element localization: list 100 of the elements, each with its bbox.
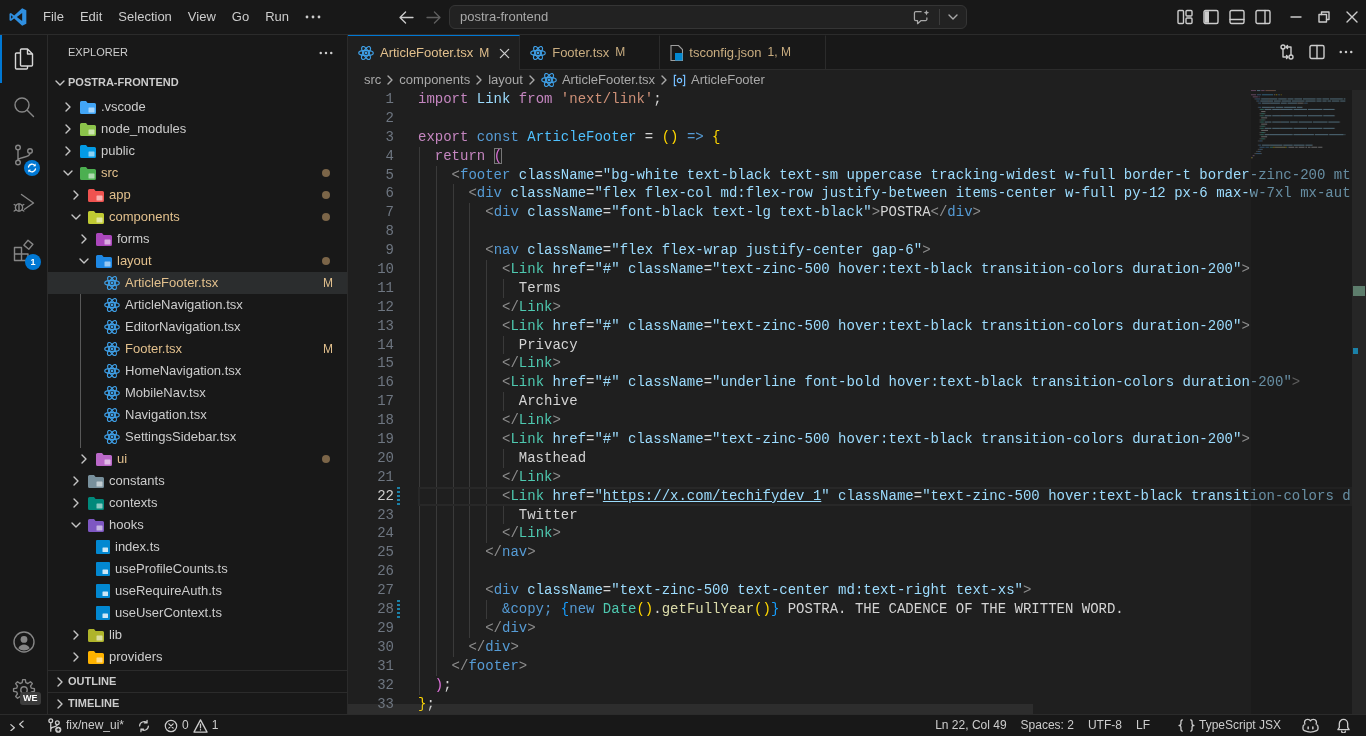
chevron-right-icon — [528, 75, 535, 85]
line-number: 12 — [376, 297, 394, 317]
folder-item[interactable]: contexts — [48, 492, 347, 514]
branch-button[interactable]: fix/new_ui* — [42, 715, 130, 736]
menu-item[interactable]: Selection — [110, 5, 180, 29]
search-icon[interactable] — [11, 95, 36, 119]
breadcrumb-item[interactable]: ArticleFooter — [673, 72, 765, 88]
warning-count: 1 — [211, 718, 219, 733]
secondary-sidebar-icon[interactable] — [1255, 9, 1271, 25]
menu-item[interactable]: Run — [257, 5, 297, 29]
tree-item[interactable]: MobileNav.tsx — [48, 382, 347, 404]
close-icon[interactable] — [499, 47, 511, 59]
status-item[interactable]: UTF-8 — [1082, 715, 1127, 736]
close-icon[interactable] — [1346, 11, 1358, 23]
line-number: 27 — [376, 581, 394, 601]
copilot-icon[interactable] — [1302, 718, 1319, 733]
customize-layout-icon[interactable] — [1177, 9, 1193, 25]
code-line: <Link href="#" className="underline font-bold hover:text-black transition-colors duration-200"> — [501, 373, 1301, 393]
line-number: 4 — [384, 146, 394, 166]
split-editor-icon[interactable] — [1309, 44, 1325, 60]
react-file-icon — [104, 320, 120, 334]
tree-item[interactable]: Navigation.tsx — [48, 404, 347, 426]
git-status: M — [323, 341, 333, 357]
git-status: M — [323, 275, 333, 291]
breadcrumb-item[interactable]: layout — [488, 72, 523, 88]
extensions-icon[interactable] — [11, 239, 36, 263]
folder-item[interactable]: providers — [48, 646, 347, 668]
sidebar-title: EXPLORER — [68, 45, 129, 60]
compare-changes-icon[interactable] — [1279, 44, 1295, 60]
more-icon[interactable] — [1339, 50, 1353, 54]
settings-icon[interactable] — [11, 678, 36, 702]
code-line: </Link> — [501, 411, 561, 431]
remote-icon[interactable] — [10, 720, 24, 731]
code-line: </Link> — [501, 524, 561, 544]
chat-sparkle-icon[interactable] — [913, 9, 931, 25]
menu-item[interactable]: File — [35, 5, 72, 29]
minimize-icon[interactable] — [1290, 16, 1302, 18]
breadcrumb-item[interactable]: components — [399, 72, 471, 88]
menu-item[interactable]: Go — [223, 5, 258, 29]
problems-button[interactable]: 0 1 — [159, 715, 224, 736]
folder-item[interactable]: ui — [48, 448, 347, 470]
code-line: <div className="text-zinc-500 text-center md:text-right text-xs"> — [484, 581, 1032, 601]
menu-item[interactable]: View — [179, 5, 224, 29]
more-icon[interactable] — [319, 50, 333, 55]
line-number: 19 — [376, 430, 394, 449]
folder-item[interactable]: .vscode — [48, 96, 347, 118]
panel-icon[interactable] — [1229, 9, 1245, 25]
folder-item[interactable]: app — [48, 184, 347, 206]
code-line: <footer className="bg-white text-black text-sm uppercase tracking-widest w-full border-t border-zinc-200 mt — [450, 165, 1351, 185]
minimap[interactable] — [1251, 90, 1346, 160]
tree-item[interactable]: useRequireAuth.ts — [48, 580, 347, 602]
run-debug-icon[interactable] — [11, 191, 36, 215]
restore-icon[interactable] — [1318, 11, 1330, 23]
more-icon[interactable] — [305, 15, 321, 19]
tree-item[interactable]: HomeNavigation.tsx — [48, 360, 347, 382]
chevron-down-icon[interactable] — [948, 14, 958, 20]
folder-item[interactable]: components — [48, 206, 347, 228]
tree-item[interactable]: EditorNavigation.tsx — [48, 316, 347, 338]
tree-item[interactable]: ArticleFooter.tsx M — [48, 272, 347, 294]
bell-icon[interactable] — [1337, 718, 1350, 733]
tree-item[interactable]: index.ts — [48, 536, 347, 558]
tree-item[interactable]: ArticleNavigation.tsx — [48, 294, 347, 316]
folder-item[interactable]: src — [48, 162, 347, 184]
folder-item[interactable]: layout — [48, 250, 347, 272]
status-item[interactable]: LF — [1130, 715, 1155, 736]
line-number: 20 — [376, 448, 394, 468]
line-number: 13 — [376, 316, 394, 336]
folder-item[interactable]: lib — [48, 624, 347, 646]
tree-item[interactable]: Footer.tsx M — [48, 338, 347, 360]
code-line: <Link href="#" className="text-zinc-500 hover:text-black transition-colors duration-200"> — [501, 430, 1250, 449]
folder-item[interactable]: constants — [48, 470, 347, 492]
error-count: 0 — [182, 718, 189, 733]
folder-item[interactable]: hooks — [48, 514, 347, 536]
status-item[interactable]: Ln 22, Col 49 — [930, 715, 1012, 736]
react-file-icon — [358, 46, 374, 60]
project-header[interactable]: POSTRA-FRONTEND — [48, 70, 347, 96]
back-arrow-icon[interactable] — [399, 10, 414, 24]
tree-item[interactable]: SettingsSidebar.tsx — [48, 426, 347, 448]
section-header[interactable]: OUTLINE — [48, 670, 347, 692]
language-button[interactable]: TypeScript JSX — [1172, 715, 1286, 736]
line-number: 11 — [376, 278, 394, 298]
primary-sidebar-icon[interactable] — [1203, 9, 1219, 25]
status-item[interactable]: Spaces: 2 — [1015, 715, 1079, 736]
account-icon[interactable] — [11, 630, 36, 654]
command-center-field[interactable]: postra-frontend — [449, 5, 967, 29]
code-line: </Link> — [501, 467, 561, 487]
tree-item[interactable]: useProfileCounts.ts — [48, 558, 347, 580]
folder-item[interactable]: public — [48, 140, 347, 162]
menu-item[interactable]: Edit — [71, 5, 111, 29]
line-number: 32 — [376, 675, 394, 695]
sync-badge-icon — [24, 160, 40, 176]
breadcrumb-item[interactable]: src — [364, 72, 382, 88]
tree-item[interactable]: useUserContext.ts — [48, 602, 347, 624]
breadcrumb-item[interactable]: ArticleFooter.tsx — [540, 72, 656, 88]
folder-item[interactable]: node_modules — [48, 118, 347, 140]
editor-tab[interactable]: ArticleFooter.tsx M — [348, 35, 521, 70]
folder-item[interactable]: forms — [48, 228, 347, 250]
app-logo-icon[interactable] — [7, 7, 28, 27]
line-number: 21 — [376, 467, 394, 487]
sync-icon[interactable] — [137, 718, 152, 733]
